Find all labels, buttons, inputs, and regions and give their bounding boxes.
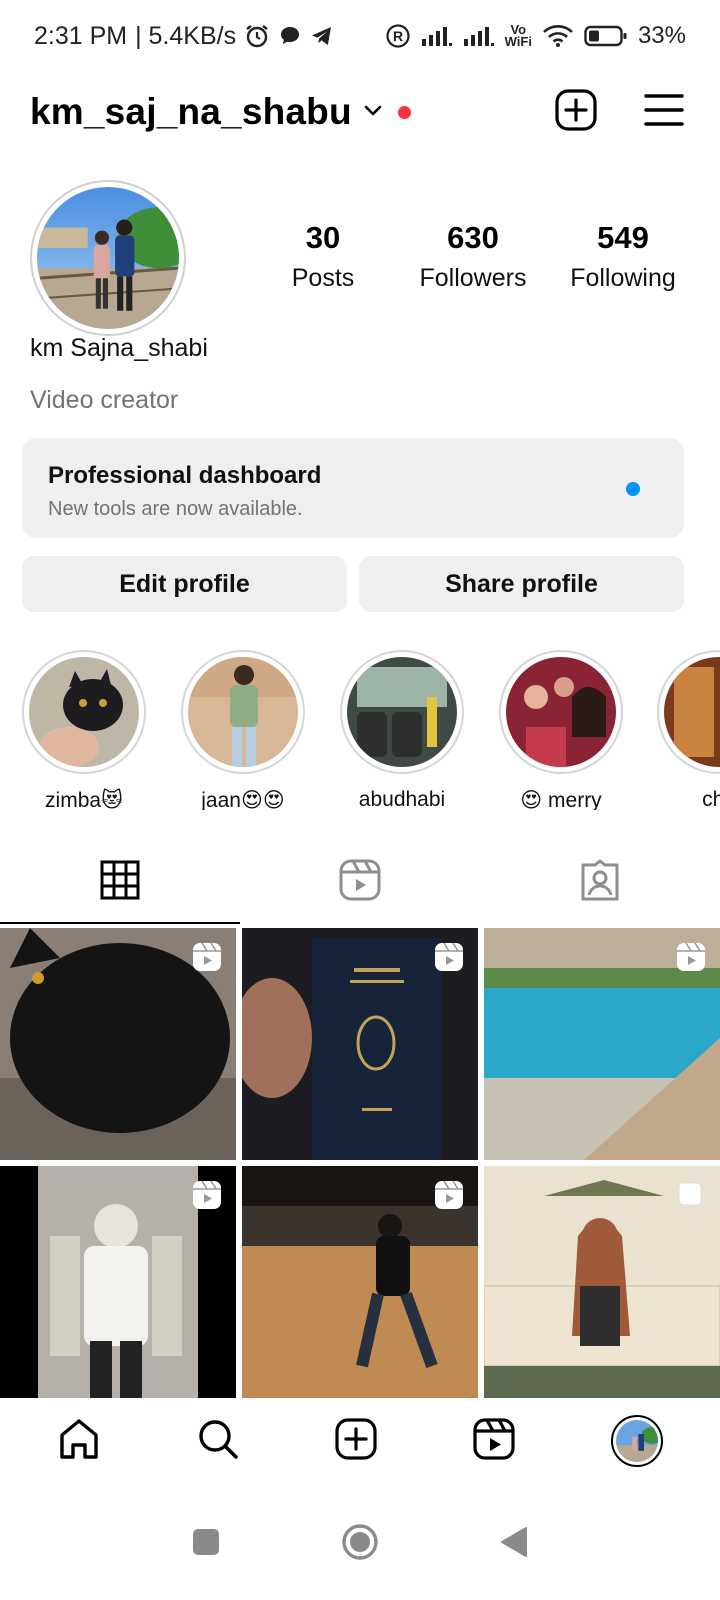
telegram-icon [310, 24, 334, 48]
profile-category: Video creator [30, 386, 179, 414]
highlight-cover [188, 657, 298, 767]
carousel-badge-icon [676, 1180, 706, 1215]
grid-post[interactable] [484, 1166, 720, 1398]
battery-icon [584, 24, 628, 48]
story-highlights: zimba😻 jaan😍😍 abudhabi 😍 merry ch [0, 650, 720, 810]
bottom-navigation [0, 1398, 720, 1484]
stat-posts[interactable]: 30 Posts [248, 220, 398, 293]
posts-grid [0, 928, 720, 1398]
status-time: 2:31 PM [34, 21, 128, 50]
tab-posts[interactable] [0, 840, 240, 924]
highlight-label: jaan😍😍 [201, 789, 285, 810]
tagged-icon [579, 859, 621, 906]
profile-stats: 30 Posts 630 Followers 549 Following [248, 220, 698, 293]
stat-followers[interactable]: 630 Followers [398, 220, 548, 293]
svg-text:R: R [393, 28, 403, 44]
grid-post[interactable] [242, 928, 478, 1160]
posts-count: 30 [305, 220, 341, 255]
highlight-label: chu [702, 788, 720, 810]
highlight-cover [347, 657, 457, 767]
highlight-item[interactable]: chu [657, 650, 720, 810]
followers-label: Followers [419, 264, 527, 292]
highlight-label: abudhabi [358, 788, 446, 810]
following-count: 549 [597, 220, 649, 255]
edit-profile-button[interactable]: Edit profile [22, 556, 347, 612]
grid-icon [100, 860, 140, 905]
stat-following[interactable]: 549 Following [548, 220, 698, 293]
network-speed: | 5.4KB/s [135, 21, 237, 50]
recents-icon[interactable] [191, 1527, 221, 1562]
signal-icon [421, 25, 453, 47]
wifi-icon [542, 24, 574, 48]
highlight-item[interactable]: zimba😻 [22, 650, 146, 810]
search-icon[interactable] [196, 1417, 240, 1466]
tab-tagged[interactable] [480, 840, 720, 924]
new-indicator-dot [626, 482, 640, 496]
profile-summary: 30 Posts 630 Followers 549 Following [30, 180, 690, 336]
reel-badge-icon [434, 1180, 464, 1215]
followers-count: 630 [447, 220, 499, 255]
reel-badge-icon [192, 942, 222, 977]
dashboard-title: Professional dashboard [48, 462, 322, 489]
vowifi-icon: Vo WiFi [504, 22, 532, 49]
grid-post[interactable] [0, 1166, 236, 1398]
highlight-item[interactable]: jaan😍😍 [181, 650, 305, 810]
battery-percent: 33% [637, 22, 686, 49]
share-profile-button[interactable]: Share profile [359, 556, 684, 612]
profile-header: km_saj_na_shabu [30, 80, 684, 144]
grid-post[interactable] [484, 928, 720, 1160]
tab-reels[interactable] [240, 840, 480, 924]
highlight-label: zimba😻 [45, 789, 123, 810]
signal-icon [463, 25, 495, 47]
reel-badge-icon [676, 942, 706, 977]
reels-nav-icon[interactable] [472, 1417, 516, 1466]
display-name: km Sajna_shabi [30, 334, 208, 362]
avatar[interactable] [30, 180, 186, 336]
notification-dot [397, 105, 411, 119]
highlight-item[interactable]: 😍 merry [499, 650, 623, 810]
home-button-icon[interactable] [341, 1523, 379, 1566]
home-icon[interactable] [57, 1417, 101, 1466]
highlight-cover [506, 657, 616, 767]
create-post-icon[interactable] [334, 1417, 378, 1466]
reel-badge-icon [434, 942, 464, 977]
dashboard-subtitle: New tools are now available. [48, 498, 303, 520]
registered-icon: R [385, 23, 411, 49]
grid-post[interactable] [0, 928, 236, 1160]
status-bar: 2:31 PM | 5.4KB/s R Vo WiFi 33% [0, 0, 720, 72]
create-icon[interactable] [554, 88, 598, 137]
highlight-cover [29, 657, 139, 767]
reel-badge-icon [192, 1180, 222, 1215]
avatar-image [37, 187, 179, 329]
professional-dashboard[interactable]: Professional dashboard New tools are now… [22, 438, 684, 538]
profile-actions: Edit profile Share profile [22, 556, 684, 612]
highlight-item[interactable]: abudhabi [340, 650, 464, 810]
profile-tabs [0, 840, 720, 924]
posts-label: Posts [291, 264, 355, 292]
account-switcher[interactable]: km_saj_na_shabu [30, 91, 411, 133]
highlight-label: 😍 merry [520, 789, 602, 810]
system-navigation [0, 1488, 720, 1600]
reels-icon [339, 859, 381, 906]
chat-icon [278, 24, 302, 48]
grid-post[interactable] [242, 1166, 478, 1398]
alarm-icon [244, 23, 270, 49]
following-label: Following [570, 264, 676, 292]
chevron-down-icon[interactable] [362, 99, 384, 126]
highlight-cover [664, 657, 720, 767]
username[interactable]: km_saj_na_shabu [30, 91, 352, 133]
back-icon[interactable] [499, 1526, 529, 1563]
menu-icon[interactable] [644, 92, 684, 133]
profile-nav-avatar[interactable] [610, 1415, 663, 1467]
